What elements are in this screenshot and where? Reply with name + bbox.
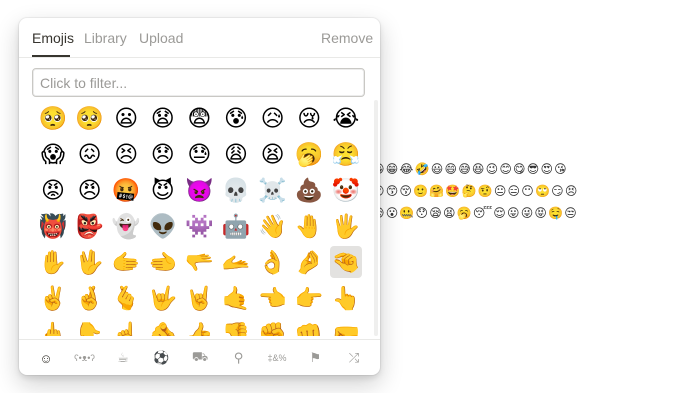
emoji-button[interactable]: 💩 [293,174,325,206]
emoji-button[interactable]: 🤬 [110,174,142,206]
emoji-button[interactable]: 👈 [257,282,289,314]
emoji-button[interactable]: 😰 [220,102,252,134]
emoji-button[interactable]: 👹 [37,210,69,242]
tab-upload[interactable]: Upload [139,30,183,46]
emoji-button[interactable]: 🥱 [293,138,325,170]
emoji-button[interactable]: 😥 [257,102,289,134]
emoji-button[interactable]: 😢 [293,102,325,134]
emoji-button[interactable]: 🥺 [74,102,106,134]
emoji-button[interactable]: 😨 [183,102,215,134]
emoji-button[interactable]: 😡 [37,174,69,206]
background-emoji-row: 😥😮🤐😯😪😫🥱😴😌😛😜😝🤤😒 [372,206,578,220]
food-icon[interactable]: ☕ [111,347,135,369]
symbols-icon[interactable]: ‡&% [265,347,289,369]
emoji-button[interactable]: 👾 [183,210,215,242]
background-emoji-strip: 😀😁😂🤣😃😄😅😆😉😊😋😎😍😘 😗😙😚🙂🤗🤩🤔🤨😐😑😶🙄😏😣 😥😮🤐😯😪😫🥱😴😌😛… [372,158,672,224]
emoji-button[interactable]: 👆 [330,282,362,314]
emoji-button[interactable]: 🤚 [293,210,325,242]
grid-scrollbar[interactable] [374,100,378,336]
emoji-button[interactable]: 🤙 [220,282,252,314]
smileys-icon[interactable]: ☺ [34,347,58,369]
emoji-button[interactable]: 😖 [74,138,106,170]
emoji-button[interactable]: 👎 [220,318,252,336]
emoji-button[interactable]: ✌️ [37,282,69,314]
emoji-button[interactable]: ☠️ [257,174,289,206]
flags-icon[interactable]: ⚑ [304,347,328,369]
emoji-button[interactable]: 👻 [110,210,142,242]
emoji-button[interactable]: 😈 [147,174,179,206]
objects-icon[interactable]: ⚲ [227,347,251,369]
emoji-button[interactable]: 🤟 [147,282,179,314]
emoji-button[interactable]: 😭 [330,102,362,134]
emoji-button[interactable]: 🤖 [220,210,252,242]
emoji-button[interactable]: 🖖 [74,246,106,278]
emoji-button[interactable]: 👇 [74,318,106,336]
emoji-button[interactable]: 👽 [147,210,179,242]
emoji-button[interactable]: 🫳 [183,246,215,278]
emoji-button[interactable]: 😱 [37,138,69,170]
emoji-button[interactable]: 😫 [257,138,289,170]
emoji-button[interactable]: ☝️ [110,318,142,336]
emoji-button[interactable]: 👊 [293,318,325,336]
tab-emojis[interactable]: Emojis [32,30,74,46]
emoji-button[interactable]: 👍 [183,318,215,336]
emoji-button[interactable]: 🫰 [110,282,142,314]
emoji-button[interactable]: 🤘 [183,282,215,314]
emoji-button[interactable]: ✊ [257,318,289,336]
emoji-button[interactable]: 😧 [147,102,179,134]
travel-icon[interactable]: ⛟ [188,347,212,369]
emoji-button[interactable]: 👿 [183,174,215,206]
picker-tabs: Emojis Library Upload Remove [19,18,380,58]
emoji-button[interactable]: 🤏 [329,246,362,278]
emoji-button[interactable]: 😦 [110,102,142,134]
emoji-button[interactable]: 😠 [74,174,106,206]
emoji-button[interactable]: 😤 [330,138,362,170]
emoji-button[interactable]: 🥺 [37,102,69,134]
emoji-button[interactable]: 👺 [74,210,106,242]
emoji-button[interactable]: 👉 [293,282,325,314]
emoji-button[interactable]: 👋 [257,210,289,242]
animals-icon[interactable]: ʕ•ᴥ•ʔ [73,347,97,369]
emoji-button[interactable]: 🖐️ [330,210,362,242]
emoji-button[interactable]: 🫲 [147,246,179,278]
emoji-button[interactable]: ✋ [37,246,69,278]
emoji-button[interactable]: 🫱 [110,246,142,278]
emoji-button[interactable]: 😩 [220,138,252,170]
emoji-button[interactable]: 🫵 [147,318,179,336]
category-bar: ☺ ʕ•ᴥ•ʔ ☕ ⚽ ⛟ ⚲ ‡&% ⚑ ⤮ [19,340,380,375]
emoji-button[interactable]: 🤡 [330,174,362,206]
emoji-button[interactable]: 👌 [257,246,289,278]
emoji-button[interactable]: 🫴 [220,246,252,278]
background-emoji-row: 😗😙😚🙂🤗🤩🤔🤨😐😑😶🙄😏😣 [372,184,579,198]
activity-icon[interactable]: ⚽ [150,347,174,369]
filter-input[interactable] [33,69,364,96]
emoji-button[interactable]: 💀 [220,174,252,206]
emoji-button[interactable]: 🤌 [293,246,325,278]
emoji-button[interactable]: 😣 [110,138,142,170]
tabs-divider [19,57,380,58]
random-icon[interactable]: ⤮ [342,347,366,369]
emoji-button[interactable]: 🤞 [74,282,106,314]
emoji-button[interactable]: 🤛 [330,318,362,336]
emoji-picker-popover: Emojis Library Upload Remove 🥺🥺😦😧😨😰😥😢😭😱😖… [19,18,380,375]
emoji-button[interactable]: 😓 [183,138,215,170]
background-emoji-row: 😀😁😂🤣😃😄😅😆😉😊😋😎😍😘 [372,162,568,176]
emoji-button[interactable]: 🖕 [37,318,69,336]
filter-field [32,68,365,97]
remove-button[interactable]: Remove [321,30,373,46]
emoji-button[interactable]: 😞 [147,138,179,170]
emoji-grid: 🥺 🥺 😦 😧 😨 😰 😥 😢 😭 😱 😖 😣 😞 😓 😩 😫 🥱 😤 😡 😠 🤬 😈 👿 💀 ☠️ 💩 🤡 👹 👺 👻 👽 👾 🤖 👋 🤚 🖐️ ✋ 🖖… [29,98,371,336]
tab-library[interactable]: Library [84,30,127,46]
